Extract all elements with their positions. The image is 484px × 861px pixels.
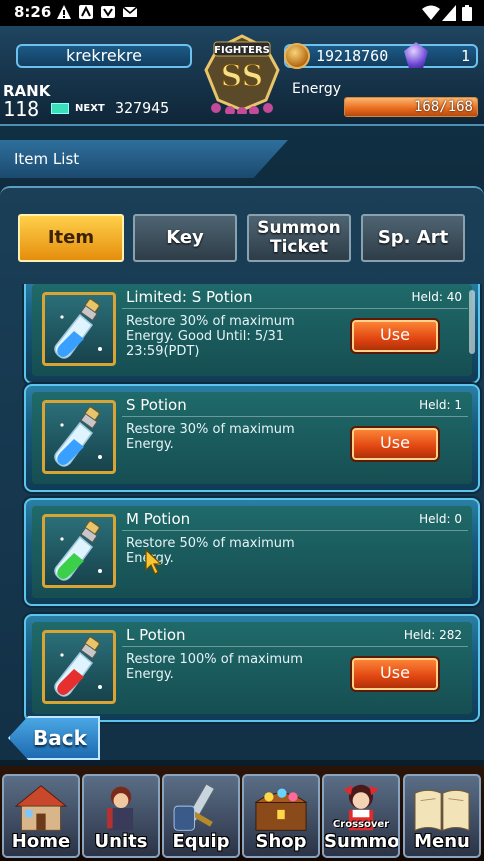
tab-label: Sp. Art [377,227,449,248]
tab-label: Summon [257,218,341,238]
item-description: Restore 30% of maximum Energy. [126,422,295,452]
item-card[interactable]: L Potion Held: 282 Restore 100% of maximum… [24,614,480,722]
energy-label: Energy [292,81,342,97]
tab-item[interactable]: Item [18,214,124,262]
potion-icon [42,514,116,588]
book-icon [414,789,470,831]
item-card-body: S Potion Held: 1 Restore 30% of maximum En… [32,392,472,484]
item-held-count: Held: 0 [419,512,462,526]
item-card-body: M PotionHeld: 0Restore 50% of maximum En… [32,506,472,598]
item-card-body: L Potion Held: 282 Restore 100% of maximum… [32,622,472,714]
sword-icon [173,783,215,831]
page-title: Item List [14,150,80,168]
nav-menu[interactable]: Menu [403,774,481,858]
item-divider [122,416,468,417]
status-time: 8:26 [14,3,52,21]
item-name: Limited: S Potion [126,288,253,306]
tab-sp-art[interactable]: Sp. Art [361,214,465,262]
player-name[interactable]: krekrekre [16,44,192,68]
nav-shop[interactable]: Shop [242,774,320,858]
nav-label: Equip [172,831,230,852]
item-card-body: Limited: S Potion Held: 40 Restore 30% of … [32,284,472,376]
tab-key[interactable]: Key [133,214,237,262]
warning-icon [57,5,71,19]
treasure-chest-icon [254,788,308,831]
app-screen: 8:26 krekrekre 19218760 1 FIGHTERS SS RA… [0,0,484,861]
bottom-nav: Home Units Equip Shop CrossoverSummon Menu [0,766,484,861]
emblem-label: FIGHTERS [214,45,270,56]
battery-icon [462,5,472,21]
tab-label: Key [166,227,204,248]
gem-amount: 1 [460,47,470,65]
tab-summon[interactable]: Summon Ticket [247,214,351,262]
rank-progress-bar [51,103,69,114]
potion-icon [42,292,116,366]
mail-icon [122,6,138,17]
gold-coin-icon [284,43,310,69]
item-list[interactable]: Limited: S Potion Held: 40 Restore 30% of … [0,284,484,730]
pointer-cursor-icon [145,548,162,575]
currency-box[interactable]: 19218760 1 [284,42,478,69]
nav-summon[interactable]: CrossoverSummon [322,774,400,858]
gem-icon [404,42,428,68]
app-notification-icon [79,5,93,19]
item-description: Restore 100% of maximum Energy. [126,652,303,682]
tab-label: Item [47,227,95,248]
nav-sublabel: Crossover [332,819,390,830]
next-value: 327945 [115,99,170,117]
item-name: L Potion [126,626,186,644]
tab-label-line2: Ticket [269,237,328,257]
potion-icon [42,400,116,474]
wifi-icon [422,5,440,20]
item-card[interactable]: M PotionHeld: 0Restore 50% of maximum En… [24,498,480,606]
item-divider [122,530,468,531]
house-icon [14,785,68,831]
use-button[interactable]: Use [350,318,440,354]
nav-label: Menu [414,831,470,852]
energy-bar: 168/168 [344,97,478,117]
item-description: Restore 30% of maximum Energy. Good Unti… [126,314,295,359]
item-name: S Potion [126,396,187,414]
rank-value: 118 [3,97,40,121]
nav-label: Summon [324,831,400,852]
nav-label: Home [11,831,71,852]
warrior-icon [107,786,134,831]
energy-value: 168/168 [413,99,473,115]
nav-equip[interactable]: Equip [162,774,240,858]
gold-amount: 19218760 [316,47,389,65]
item-divider [122,308,468,309]
fighters-rank-emblem: FIGHTERS SS [204,34,280,114]
emblem-rank: SS [221,59,264,94]
rank-row: 118 NEXT 327945 [3,97,193,121]
status-bar: 8:26 [0,0,484,26]
list-scrollbar[interactable] [469,290,475,354]
signal-icon [442,5,456,21]
item-held-count: Held: 40 [411,290,462,304]
nav-label: Units [94,831,148,852]
nav-label: Shop [255,831,307,852]
item-card[interactable]: S Potion Held: 1 Restore 30% of maximum En… [24,384,480,492]
nav-units[interactable]: Units [82,774,160,858]
item-card[interactable]: Limited: S Potion Held: 40 Restore 30% of … [24,284,480,384]
notification-icon [101,6,115,18]
item-name: M Potion [126,510,191,528]
next-label: NEXT [75,103,105,114]
use-button[interactable]: Use [350,656,440,692]
use-button[interactable]: Use [350,426,440,462]
nav-home[interactable]: Home [2,774,80,858]
item-held-count: Held: 282 [403,628,462,642]
item-held-count: Held: 1 [419,398,462,412]
item-divider [122,646,468,647]
potion-icon [42,630,116,704]
